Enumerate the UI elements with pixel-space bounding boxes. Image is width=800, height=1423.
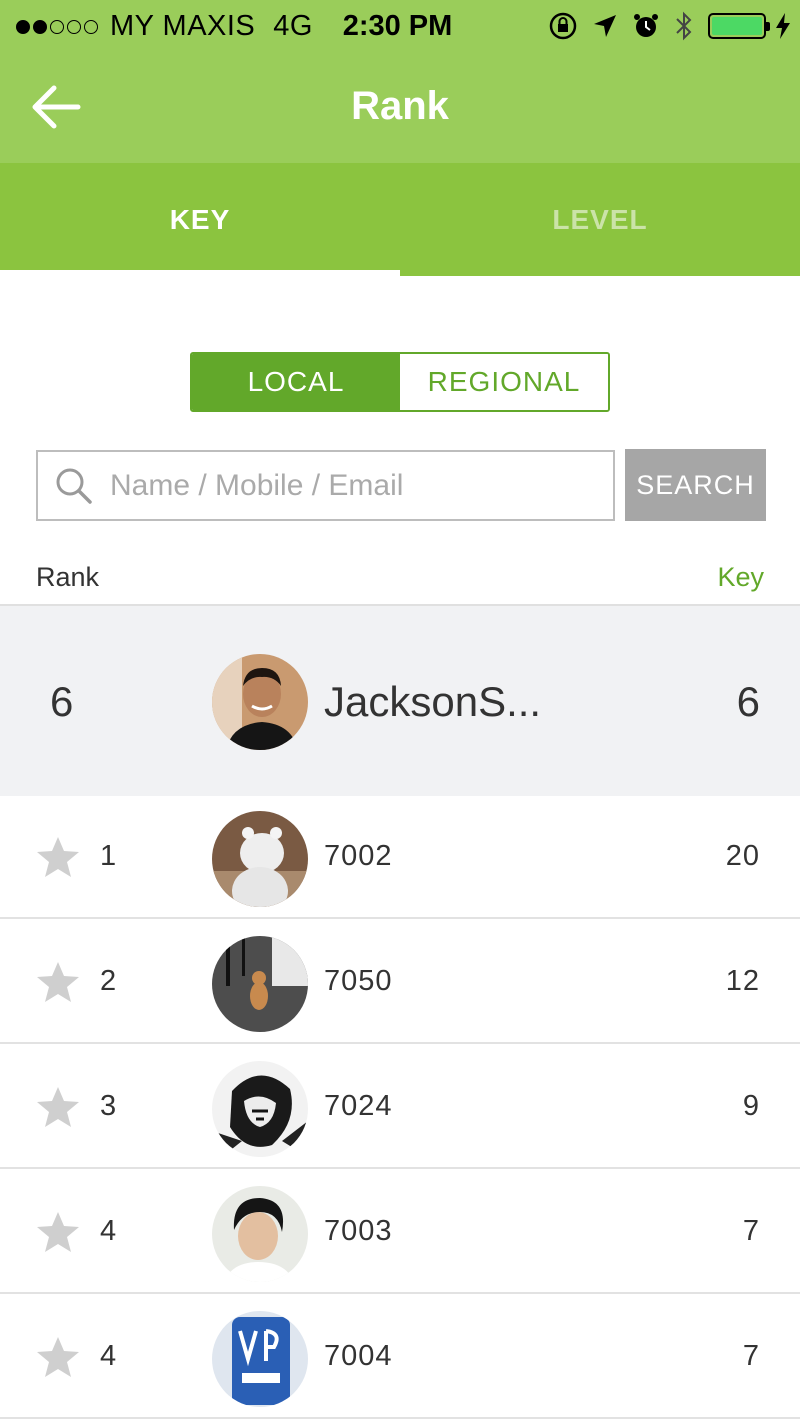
table-row[interactable]: 1 7002 20	[0, 796, 800, 919]
star-icon	[37, 962, 79, 1002]
current-user-row[interactable]: 6 JacksonS... 6	[0, 606, 800, 796]
location-arrow-icon	[594, 15, 616, 37]
avatar	[212, 1186, 308, 1282]
row-name: 7004	[324, 1340, 393, 1372]
row-name: 7002	[324, 840, 393, 872]
table-row[interactable]: 3 7024 9	[0, 1046, 800, 1169]
row-name: 7024	[324, 1090, 393, 1122]
avatar	[212, 1311, 308, 1407]
avatar	[212, 811, 308, 907]
table-row[interactable]: 4 7003 7	[0, 1171, 800, 1294]
tab-key[interactable]: KEY	[0, 163, 400, 276]
status-bar: MY MAXIS 4G 2:30 PM	[0, 0, 800, 56]
segment-local[interactable]: LOCAL	[192, 354, 400, 410]
row-rank: 2	[100, 965, 117, 997]
star-icon	[37, 1087, 79, 1127]
column-header-rank: Rank	[36, 562, 100, 592]
row-rank: 1	[100, 840, 117, 872]
scope-segmented-control: LOCAL REGIONAL	[190, 352, 610, 412]
avatar	[212, 1061, 308, 1157]
row-name: 7003	[324, 1215, 393, 1247]
charging-bolt-icon	[776, 13, 790, 39]
page-title: Rank	[351, 84, 449, 128]
bluetooth-icon	[676, 11, 692, 41]
row-key: 7	[742, 1340, 760, 1372]
orientation-lock-icon	[549, 12, 577, 40]
row-name: 7050	[324, 965, 393, 997]
current-user-key: 6	[736, 678, 760, 725]
tab-bar: KEY LEVEL	[0, 163, 800, 276]
avatar	[212, 654, 308, 750]
search-button[interactable]: SEARCH	[625, 449, 766, 521]
row-key: 12	[725, 965, 760, 997]
avatar	[212, 936, 308, 1032]
row-key: 20	[725, 840, 760, 872]
app-header: MY MAXIS 4G 2:30 PM Rank	[0, 0, 800, 163]
current-user-name: JacksonS...	[324, 678, 542, 725]
alarm-clock-icon	[634, 14, 658, 37]
segment-regional[interactable]: REGIONAL	[400, 354, 608, 410]
row-rank: 4	[100, 1215, 117, 1247]
search-input[interactable]	[110, 462, 605, 510]
row-rank: 4	[100, 1340, 117, 1372]
current-user-rank: 6	[50, 678, 74, 725]
status-right	[548, 10, 790, 42]
star-icon	[37, 837, 79, 877]
table-row[interactable]: 2 7050 12	[0, 921, 800, 1044]
row-key: 9	[742, 1090, 760, 1122]
battery-icon	[708, 13, 770, 39]
table-row[interactable]: 4 7004 7	[0, 1296, 800, 1419]
star-icon	[37, 1212, 79, 1252]
search-field	[36, 450, 615, 521]
star-icon	[37, 1337, 79, 1377]
row-key: 7	[742, 1215, 760, 1247]
tab-level[interactable]: LEVEL	[400, 163, 800, 276]
search-icon	[56, 468, 92, 504]
row-rank: 3	[100, 1090, 117, 1122]
column-header-key: Key	[717, 562, 764, 592]
